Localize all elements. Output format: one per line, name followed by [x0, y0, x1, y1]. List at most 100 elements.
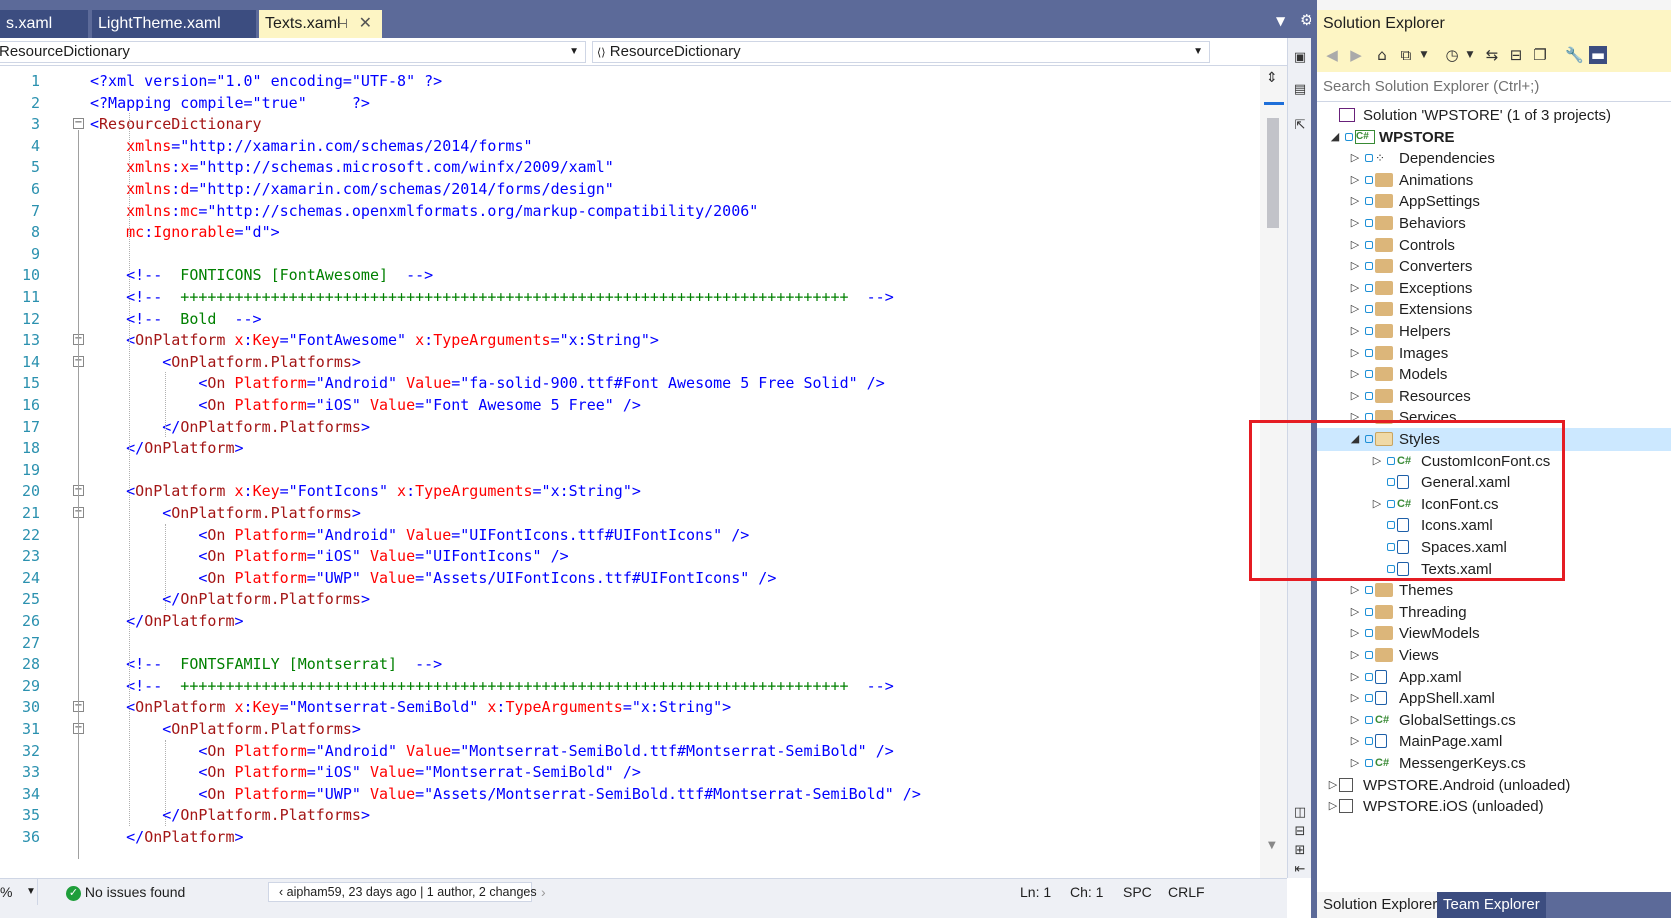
tab-lighttheme-xaml[interactable]: LightTheme.xaml — [92, 10, 256, 38]
tree-item[interactable]: ▷ Models — [1317, 363, 1671, 386]
toolbox-icon[interactable]: ▤ — [1292, 82, 1308, 98]
collapsed-arrow-icon[interactable]: ▷ — [1349, 752, 1361, 775]
pending-changes-filter-icon[interactable]: ◷ — [1443, 46, 1461, 64]
tree-item[interactable]: ▷ Images — [1317, 342, 1671, 365]
collapsed-arrow-icon[interactable]: ▷ — [1349, 147, 1361, 170]
line-ending-indicator[interactable]: CRLF — [1168, 879, 1205, 905]
collapse-pane-icon[interactable]: ⇤ — [1292, 862, 1308, 878]
server-explorer-icon[interactable]: ▣ — [1292, 50, 1308, 66]
forward-icon[interactable]: ▶ — [1347, 46, 1365, 64]
code-token: FONTICONS [FontAwesome] — [171, 266, 398, 285]
chevron-down-icon[interactable]: ▼ — [1415, 46, 1433, 64]
home-icon[interactable]: ⌂ — [1373, 46, 1391, 64]
tree-item[interactable]: ▷ Resources — [1317, 385, 1671, 408]
collapsed-arrow-icon[interactable]: ▷ — [1349, 666, 1361, 689]
issues-indicator[interactable]: ✓ No issues found — [66, 879, 185, 905]
collapsed-arrow-icon[interactable]: ▷ — [1349, 709, 1361, 732]
collapsed-arrow-icon[interactable]: ▷ — [1349, 320, 1361, 343]
scrollbar-thumb[interactable] — [1267, 118, 1279, 228]
sync-with-document-icon[interactable]: ⇆ — [1483, 46, 1501, 64]
preview-selected-icon[interactable]: ▬ — [1589, 46, 1607, 64]
split-window-icon[interactable]: ⇕ — [1266, 70, 1278, 86]
code-token: --> — [857, 288, 894, 306]
tree-item[interactable]: ▷ AppSettings — [1317, 190, 1671, 213]
tree-item[interactable]: ▷ Views — [1317, 644, 1671, 667]
collapse-all-icon[interactable]: ⊟ — [1507, 46, 1525, 64]
tree-item[interactable]: ▷ Threading — [1317, 601, 1671, 624]
vertical-split-icon[interactable]: ⊞ — [1292, 843, 1308, 859]
tab-team-explorer[interactable]: Team Explorer — [1437, 892, 1546, 918]
tree-item[interactable]: ▷ C# GlobalSettings.cs — [1317, 709, 1671, 732]
tab-texts-xaml[interactable]: Texts.xaml ⊣ ✕ — [259, 10, 382, 38]
tree-item[interactable]: ▷ AppShell.xaml — [1317, 687, 1671, 710]
collapsed-arrow-icon[interactable]: ▷ — [1349, 363, 1361, 386]
tree-item[interactable]: ▷ Helpers — [1317, 320, 1671, 343]
split-view-icon[interactable]: ◫ — [1292, 805, 1308, 821]
scroll-down-icon[interactable]: ▼ — [1268, 840, 1276, 851]
switch-views-icon[interactable]: ⧉ — [1397, 46, 1415, 64]
code-token: OnPlatform.Platforms — [180, 806, 361, 825]
line-indicator[interactable]: Ln: 1 — [1020, 879, 1051, 905]
whitespace-indicator[interactable]: SPC — [1123, 879, 1152, 905]
properties-icon[interactable]: 🔧 — [1565, 46, 1584, 64]
tree-item[interactable]: ▷ Converters — [1317, 255, 1671, 278]
collapsed-arrow-icon[interactable]: ▷ — [1349, 190, 1361, 213]
collapsed-arrow-icon[interactable]: ▷ — [1349, 579, 1361, 602]
column-indicator[interactable]: Ch: 1 — [1070, 879, 1103, 905]
pin-icon[interactable]: ⊣ — [337, 10, 348, 38]
tree-item[interactable]: ◢ C# WPSTORE — [1317, 126, 1671, 149]
expanded-arrow-icon[interactable]: ◢ — [1329, 126, 1341, 149]
tree-item[interactable]: ▷ ViewModels — [1317, 622, 1671, 645]
tree-item[interactable]: ▷ Animations — [1317, 169, 1671, 192]
type-dropdown[interactable]: ResourceDictionary ▼ — [0, 41, 586, 63]
tree-item[interactable]: ▷ WPSTORE.Android (unloaded) — [1317, 774, 1671, 797]
dependencies-icon: ⁘ — [1375, 151, 1386, 166]
collapsed-arrow-icon[interactable]: ▷ — [1349, 601, 1361, 624]
tab-solution-explorer[interactable]: Solution Explorer — [1317, 892, 1444, 918]
collapse-region-icon[interactable]: − — [73, 118, 84, 130]
horizontal-split-icon[interactable]: ⊟ — [1292, 824, 1308, 840]
tree-item[interactable]: ▷ C# MessengerKeys.cs — [1317, 752, 1671, 775]
collapsed-arrow-icon[interactable]: ▷ — [1327, 774, 1339, 797]
chevron-down-icon[interactable]: ▼ — [1461, 46, 1479, 64]
collapsed-arrow-icon[interactable]: ▷ — [1349, 622, 1361, 645]
tree-item[interactable]: ▷ ⁘ Dependencies — [1317, 147, 1671, 170]
collapsed-arrow-icon[interactable]: ▷ — [1349, 385, 1361, 408]
collapsed-arrow-icon[interactable]: ▷ — [1349, 644, 1361, 667]
tree-item[interactable]: ▷ Controls — [1317, 234, 1671, 257]
member-dropdown[interactable]: ⟨⟩ ResourceDictionary ▼ — [592, 41, 1210, 63]
back-icon[interactable]: ◀ — [1323, 46, 1341, 64]
zoom-dropdown[interactable]: % ▼ — [0, 879, 38, 905]
tree-item[interactable]: Solution 'WPSTORE' (1 of 3 projects) — [1317, 104, 1671, 127]
tab-styles-xaml[interactable]: s.xaml — [0, 10, 88, 38]
code-token: < — [90, 374, 208, 393]
collapsed-arrow-icon[interactable]: ▷ — [1349, 730, 1361, 753]
code-token: FONTSFAMILY [Montserrat] — [171, 655, 407, 674]
code-editor[interactable]: <?xml version="1.0" encoding="UTF-8" ?> <… — [90, 66, 1260, 878]
folder-icon — [1375, 194, 1393, 209]
git-blame-info[interactable]: ‹ aipham59, 23 days ago | 1 author, 2 ch… — [268, 882, 537, 902]
collapsed-arrow-icon[interactable]: ▷ — [1349, 687, 1361, 710]
tree-item[interactable]: ▷ Behaviors — [1317, 212, 1671, 235]
tree-item[interactable]: ▷ Exceptions — [1317, 277, 1671, 300]
tree-item[interactable]: ▷ MainPage.xaml — [1317, 730, 1671, 753]
tree-item[interactable]: ▷ Extensions — [1317, 298, 1671, 321]
collapsed-arrow-icon[interactable]: ▷ — [1349, 298, 1361, 321]
collapsed-arrow-icon[interactable]: ▷ — [1349, 277, 1361, 300]
collapsed-arrow-icon[interactable]: ▷ — [1349, 342, 1361, 365]
collapsed-arrow-icon[interactable]: ▷ — [1349, 255, 1361, 278]
tab-overflow-icon[interactable]: ▼ — [1276, 14, 1285, 28]
search-solution-explorer-input[interactable]: Search Solution Explorer (Ctrl+;) — [1317, 72, 1671, 102]
code-token: d — [180, 180, 190, 198]
close-icon[interactable]: ✕ — [359, 10, 372, 38]
show-all-files-icon[interactable]: ❐ — [1531, 46, 1549, 64]
tree-item[interactable]: ▷ Themes — [1317, 579, 1671, 602]
tree-item[interactable]: ▷ App.xaml — [1317, 666, 1671, 689]
collapsed-arrow-icon[interactable]: ▷ — [1327, 795, 1339, 818]
open-external-icon[interactable]: ⇱ — [1292, 118, 1308, 134]
collapsed-arrow-icon[interactable]: ▷ — [1349, 234, 1361, 257]
collapsed-arrow-icon[interactable]: ▷ — [1349, 169, 1361, 192]
tree-item[interactable]: ▷ WPSTORE.iOS (unloaded) — [1317, 795, 1671, 818]
chevron-right-icon[interactable]: › — [541, 879, 546, 905]
collapsed-arrow-icon[interactable]: ▷ — [1349, 212, 1361, 235]
